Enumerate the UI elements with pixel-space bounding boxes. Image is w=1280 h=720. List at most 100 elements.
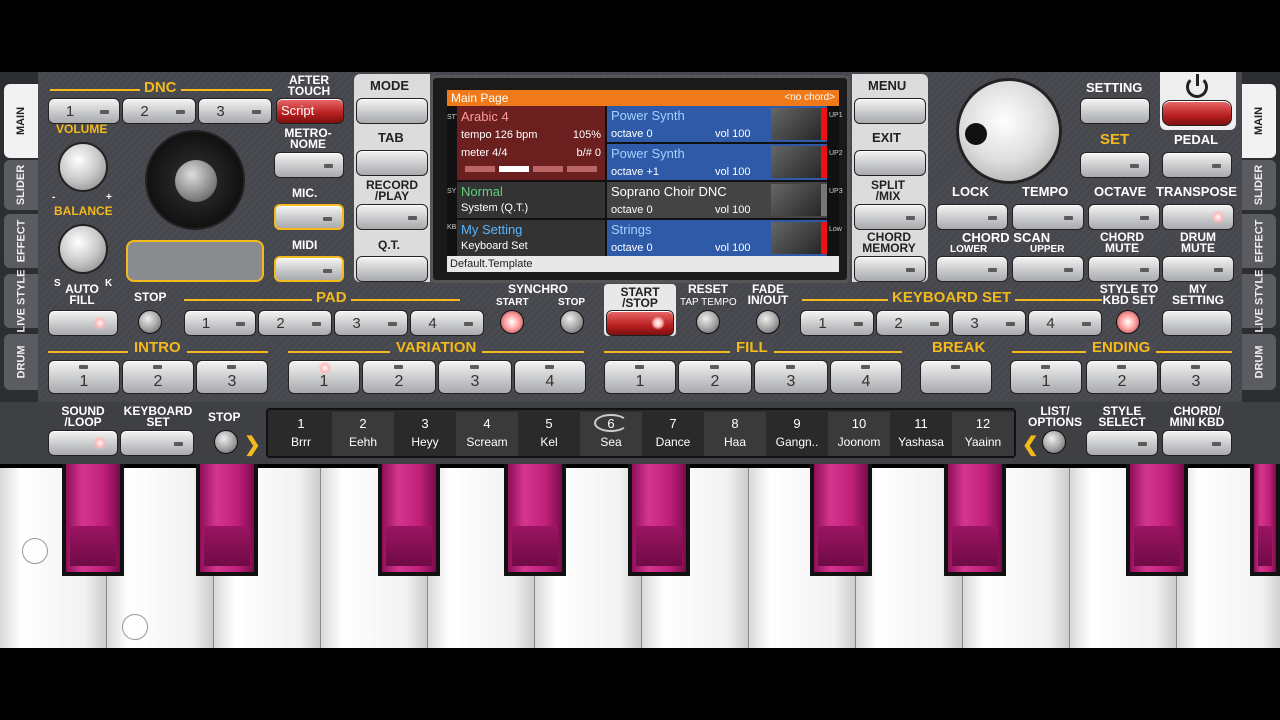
favorite-slot[interactable]: 12 Yaainn [952, 412, 1014, 456]
favorite-slot[interactable]: 8 Haa [704, 412, 766, 456]
tab-button[interactable] [356, 150, 428, 176]
tab-main-left[interactable]: MAIN [4, 84, 38, 158]
midi-button[interactable] [274, 256, 344, 282]
variation-button-4[interactable]: 4 [514, 360, 586, 394]
mode-button[interactable] [356, 98, 428, 124]
black-key[interactable] [810, 464, 872, 576]
qt-button[interactable] [356, 256, 428, 282]
pad-button-2[interactable]: 2 [258, 310, 332, 336]
record-play-button[interactable] [356, 204, 428, 230]
chevron-left-icon[interactable]: ❮ [1022, 432, 1039, 457]
ending-button-2[interactable]: 2 [1086, 360, 1158, 394]
tab-drum-left[interactable]: DRUM [4, 334, 38, 390]
mic-button[interactable] [274, 204, 344, 230]
chord-scan-lower-button[interactable] [936, 256, 1008, 282]
pad-button-4[interactable]: 4 [410, 310, 484, 336]
keyboard-set-cell[interactable]: My Setting Keyboard Set [457, 220, 605, 256]
variation-button-2[interactable]: 2 [362, 360, 436, 394]
tab-slider-right[interactable]: SLIDER [1242, 160, 1276, 210]
variation-button-1[interactable]: 1 [288, 360, 360, 394]
black-key[interactable] [378, 464, 440, 576]
script-button[interactable]: Script [276, 98, 344, 124]
keyboard-set-small-button[interactable] [120, 430, 194, 456]
ending-button-3[interactable]: 3 [1160, 360, 1232, 394]
exit-button[interactable] [854, 150, 926, 176]
style-select-button[interactable] [1086, 430, 1158, 456]
balance-knob[interactable] [58, 224, 108, 274]
intro-button-2[interactable]: 2 [122, 360, 194, 394]
pad-stop-button[interactable] [138, 310, 162, 334]
transpose-button[interactable] [1162, 204, 1234, 230]
intro-button-1[interactable]: 1 [48, 360, 120, 394]
menu-button[interactable] [854, 98, 926, 124]
synchro-stop-button[interactable] [560, 310, 584, 334]
drum-mute-button[interactable] [1162, 256, 1234, 282]
tab-effect-left[interactable]: EFFECT [4, 214, 38, 268]
kbd-set-button-1[interactable]: 1 [800, 310, 874, 336]
tab-effect-right[interactable]: EFFECT [1242, 214, 1276, 268]
chord-mini-kbd-button[interactable] [1162, 430, 1232, 456]
variation-button-3[interactable]: 3 [438, 360, 512, 394]
touch-pad[interactable] [126, 240, 264, 282]
black-key[interactable] [1250, 464, 1280, 576]
volume-knob[interactable] [58, 142, 108, 192]
dnc-button-3[interactable]: 3 [198, 98, 272, 124]
favorite-slot[interactable]: 2 Eehh [332, 412, 394, 456]
pad-button-1[interactable]: 1 [184, 310, 256, 336]
tempo-button[interactable] [1012, 204, 1084, 230]
power-button[interactable] [1162, 100, 1232, 126]
part-row[interactable]: Soprano Choir DNC octave 0 vol 100 [607, 182, 827, 218]
favorite-slot[interactable]: 1 Brrr [270, 412, 332, 456]
favorite-slot[interactable]: 5 Kel [518, 412, 580, 456]
sound-loop-button[interactable] [48, 430, 118, 456]
tab-live-style-left[interactable]: LIVE STYLE [4, 270, 38, 332]
fill-button-1[interactable]: 1 [604, 360, 676, 394]
set-button[interactable] [1080, 152, 1150, 178]
kbd-set-button-4[interactable]: 4 [1028, 310, 1102, 336]
fill-button-2[interactable]: 2 [678, 360, 752, 394]
black-key[interactable] [628, 464, 690, 576]
style-to-kbd-button[interactable] [1116, 310, 1140, 334]
favorite-slot[interactable]: 7 Dance [642, 412, 704, 456]
pedal-button[interactable] [1162, 152, 1232, 178]
synchro-start-button[interactable] [500, 310, 524, 334]
dnc-button-1[interactable]: 1 [48, 98, 120, 124]
intro-button-3[interactable]: 3 [196, 360, 268, 394]
favorite-slot[interactable]: 11 Yashasa [890, 412, 952, 456]
tab-slider-left[interactable]: SLIDER [4, 160, 38, 210]
start-stop-button[interactable] [606, 310, 674, 336]
main-display[interactable]: Main Page <no chord> STYLE Arabic 4 tempo… [447, 90, 843, 272]
favorite-slot[interactable]: 10 Joonom [828, 412, 890, 456]
tab-live-style-right[interactable]: LIVE STYLE [1242, 270, 1276, 332]
data-dial[interactable] [956, 78, 1062, 184]
joystick-ball[interactable] [175, 160, 217, 202]
tab-drum-right[interactable]: DRUM [1242, 334, 1276, 390]
fill-button-3[interactable]: 3 [754, 360, 828, 394]
part-row[interactable]: Power Synth octave 0 vol 100 [607, 106, 827, 142]
system-cell[interactable]: Normal System (Q.T.) [457, 182, 605, 218]
octave-button[interactable] [1088, 204, 1160, 230]
black-key[interactable] [62, 464, 124, 576]
favorite-slot[interactable]: 9 Gangn.. [766, 412, 828, 456]
part-row[interactable]: Strings octave 0 vol 100 [607, 220, 827, 256]
ending-button-1[interactable]: 1 [1010, 360, 1082, 394]
lock-button[interactable] [936, 204, 1008, 230]
joystick[interactable] [145, 130, 245, 230]
style-cell[interactable]: Arabic 4 tempo 126 bpm 105% meter 4/4 b/… [457, 106, 605, 180]
fill-button-4[interactable]: 4 [830, 360, 902, 394]
fade-button[interactable] [756, 310, 780, 334]
part-row[interactable]: Power Synth octave +1 vol 100 [607, 144, 827, 180]
metronome-button[interactable] [274, 152, 344, 178]
pad-button-3[interactable]: 3 [334, 310, 408, 336]
split-mix-button[interactable] [854, 204, 926, 230]
kbd-set-button-2[interactable]: 2 [876, 310, 950, 336]
chord-scan-upper-button[interactable] [1012, 256, 1084, 282]
auto-fill-button[interactable] [48, 310, 118, 336]
favorite-slot[interactable]: 3 Heyy [394, 412, 456, 456]
kbd-set-button-3[interactable]: 3 [952, 310, 1026, 336]
black-key[interactable] [196, 464, 258, 576]
setting-button[interactable] [1080, 98, 1150, 124]
list-options-button[interactable] [1042, 430, 1066, 454]
chord-memory-button[interactable] [854, 256, 926, 282]
black-key[interactable] [504, 464, 566, 576]
